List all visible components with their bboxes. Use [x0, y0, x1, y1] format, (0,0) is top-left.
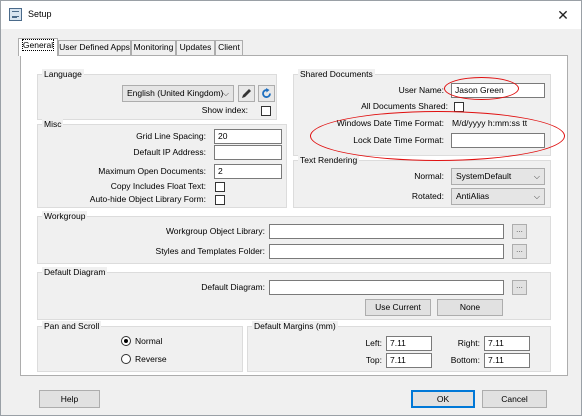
close-icon[interactable]: ✕ [553, 5, 573, 25]
styles-templates-folder-browse-button[interactable]: ... [512, 244, 527, 259]
refresh-language-button[interactable] [258, 85, 275, 102]
tab-general[interactable]: General [18, 38, 58, 56]
margin-left-input[interactable]: 7.11 [386, 336, 432, 351]
misc-group: Misc Grid Line Spacing: 20 Default IP Ad… [37, 119, 287, 208]
margin-bottom-label: Bottom: [450, 355, 480, 365]
user-name-label: User Name: [398, 85, 444, 95]
tab-updates[interactable]: Updates [176, 40, 215, 55]
default-diagram-group-title: Default Diagram [42, 267, 108, 277]
pan-reverse-radio[interactable] [121, 354, 131, 364]
text-rendering-group: Text Rendering Normal: SystemDefault ⌵ Ro… [293, 155, 551, 208]
shared-documents-group-title: Shared Documents [298, 69, 375, 79]
grid-line-spacing-input[interactable]: 20 [214, 129, 282, 144]
use-current-button[interactable]: Use Current [365, 299, 431, 316]
language-select[interactable]: English (United Kingdom) ⌵ [122, 85, 234, 102]
windows-date-time-label: Windows Date Time Format: [336, 118, 444, 128]
lock-date-time-label: Lock Date Time Format: [353, 135, 444, 145]
user-name-input[interactable]: Jason Green [451, 83, 545, 98]
ok-button[interactable]: OK [411, 390, 475, 408]
title-bar: Setup ✕ [1, 1, 581, 29]
refresh-icon [262, 88, 271, 98]
tab-user-defined-apps[interactable]: User Defined Apps [58, 40, 131, 55]
rotated-rendering-label: Rotated: [411, 191, 444, 201]
cancel-button[interactable]: Cancel [482, 390, 547, 408]
none-button[interactable]: None [437, 299, 503, 316]
margin-top-label: Top: [365, 355, 382, 365]
pan-normal-label: Normal [135, 336, 163, 346]
autohide-checkbox[interactable] [215, 195, 225, 205]
default-diagram-browse-button[interactable]: ... [512, 280, 527, 295]
margin-right-label: Right: [457, 338, 480, 348]
pan-scroll-group: Pan and Scroll Normal Reverse [37, 321, 243, 372]
tab-client[interactable]: Client [215, 40, 243, 55]
margin-top-input[interactable]: 7.11 [386, 353, 432, 368]
setup-app-icon [9, 8, 22, 21]
setup-dialog: Setup ✕ General User Defined Apps Monito… [0, 0, 582, 416]
default-diagram-group: Default Diagram Default Diagram: ... Use… [37, 267, 551, 320]
pencil-icon [242, 89, 251, 98]
all-documents-shared-checkbox[interactable] [454, 102, 464, 112]
help-button[interactable]: Help [39, 390, 100, 408]
max-docs-input[interactable]: 2 [214, 164, 282, 179]
workgroup-object-library-label: Workgroup Object Library: [165, 226, 265, 236]
language-group-title: Language [42, 69, 84, 79]
default-diagram-input[interactable] [269, 280, 504, 295]
normal-rendering-select[interactable]: SystemDefault ⌵ [451, 168, 545, 185]
default-ip-label: Default IP Address: [133, 147, 206, 157]
language-group: Language English (United Kingdom) ⌵ Show … [37, 69, 277, 120]
misc-group-title: Misc [42, 119, 64, 129]
margin-bottom-input[interactable]: 7.11 [484, 353, 530, 368]
workgroup-object-library-input[interactable] [269, 224, 504, 239]
shared-documents-group: Shared Documents User Name: Jason Green … [293, 69, 551, 156]
windows-date-time-value: M/d/yyyy h:mm:ss tt [452, 118, 528, 128]
normal-rendering-label: Normal: [414, 171, 444, 181]
all-documents-shared-label: All Documents Shared: [361, 101, 448, 111]
pan-scroll-group-title: Pan and Scroll [42, 321, 102, 331]
styles-templates-folder-label: Styles and Templates Folder: [155, 246, 265, 256]
grid-line-spacing-label: Grid Line Spacing: [136, 131, 206, 141]
default-margins-group: Default Margins (mm) Left: 7.11 Right: 7… [247, 321, 551, 372]
default-margins-group-title: Default Margins (mm) [252, 321, 338, 331]
margin-left-label: Left: [365, 338, 382, 348]
general-tab-panel: Language English (United Kingdom) ⌵ Show … [20, 55, 568, 376]
default-ip-input[interactable] [214, 145, 282, 160]
lock-date-time-input[interactable] [451, 133, 545, 148]
margin-right-input[interactable]: 7.11 [484, 336, 530, 351]
rotated-rendering-select[interactable]: AntiAlias ⌵ [451, 188, 545, 205]
max-docs-label: Maximum Open Documents: [98, 166, 206, 176]
show-index-label: Show index: [201, 105, 248, 115]
text-rendering-group-title: Text Rendering [298, 155, 360, 165]
autohide-label: Auto-hide Object Library Form: [89, 194, 206, 204]
copy-float-text-checkbox[interactable] [215, 182, 225, 192]
workgroup-group: Workgroup Workgroup Object Library: ... … [37, 211, 551, 264]
tab-monitoring[interactable]: Monitoring [131, 40, 176, 55]
workgroup-group-title: Workgroup [42, 211, 88, 221]
default-diagram-label: Default Diagram: [201, 282, 265, 292]
styles-templates-folder-input[interactable] [269, 244, 504, 259]
edit-language-button[interactable] [238, 85, 255, 102]
window-title: Setup [28, 9, 52, 19]
copy-float-text-label: Copy Includes Float Text: [110, 181, 206, 191]
show-index-checkbox[interactable] [261, 106, 271, 116]
pan-normal-radio[interactable] [121, 336, 131, 346]
pan-reverse-label: Reverse [135, 354, 167, 364]
workgroup-object-library-browse-button[interactable]: ... [512, 224, 527, 239]
